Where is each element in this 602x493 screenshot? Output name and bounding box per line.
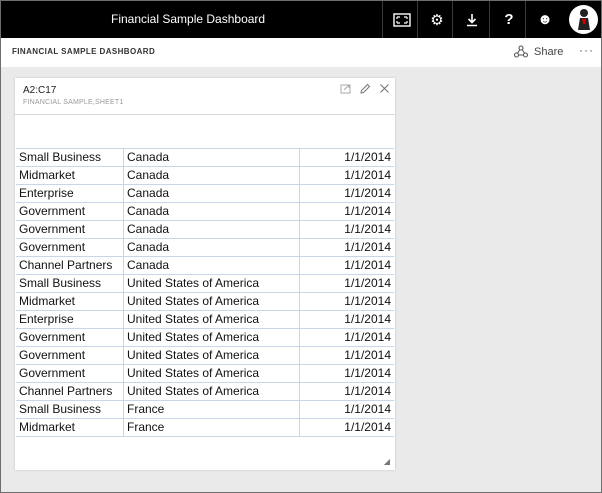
- table-cell: United States of America: [127, 366, 260, 380]
- table-cell: 1/1/2014: [344, 150, 391, 164]
- smiley-icon: ☻: [537, 11, 553, 28]
- table-cell: 1/1/2014: [344, 366, 391, 380]
- table-cell: Small Business: [19, 402, 102, 416]
- table-row: Government Canada 1/1/2014: [16, 202, 394, 220]
- table-cell: Channel Partners: [19, 258, 113, 272]
- table-cell: 1/1/2014: [344, 294, 391, 308]
- table-cell: Government: [19, 330, 86, 344]
- table-cell: Government: [19, 240, 86, 254]
- edit-icon[interactable]: [359, 83, 371, 95]
- column-gridline: [123, 148, 124, 436]
- focus-mode-icon[interactable]: [340, 83, 351, 94]
- download-icon: [467, 13, 477, 26]
- close-icon[interactable]: [379, 83, 390, 94]
- table-row: Small Business United States of America 1/…: [16, 274, 394, 292]
- resize-handle-icon[interactable]: ◢: [384, 457, 390, 466]
- table-cell: United States of America: [127, 348, 260, 362]
- table-cell: Small Business: [19, 276, 102, 290]
- table-cell: United States of America: [127, 312, 260, 326]
- tile-title: A2:C17: [23, 85, 57, 96]
- table-cell: 1/1/2014: [344, 186, 391, 200]
- table-cell: 1/1/2014: [344, 204, 391, 218]
- table-cell: Small Business: [19, 150, 102, 164]
- table-cell: Canada: [127, 240, 170, 254]
- fullscreen-button[interactable]: [382, 1, 421, 38]
- table-cell: Government: [19, 348, 86, 362]
- table-cell: Enterprise: [19, 312, 74, 326]
- table-cell: Canada: [127, 186, 170, 200]
- feedback-button[interactable]: ☻: [525, 1, 564, 38]
- top-bar: Financial Sample Dashboard ⚙ ? ☻: [1, 1, 601, 38]
- tile-subtitle: FINANCIAL SAMPLE,SHEET1: [23, 99, 124, 106]
- table-row: Midmarket Canada 1/1/2014: [16, 166, 394, 184]
- avatar[interactable]: [569, 5, 598, 34]
- table-row: Small Business France 1/1/2014: [16, 400, 394, 418]
- column-gridline: [299, 148, 300, 436]
- table-cell: United States of America: [127, 330, 260, 344]
- table-cell: United States of America: [127, 294, 260, 308]
- table-row: Enterprise Canada 1/1/2014: [16, 184, 394, 202]
- table-cell: Channel Partners: [19, 384, 113, 398]
- gear-icon: ⚙: [430, 11, 444, 29]
- table-row: Enterprise United States of America 1/1/20…: [16, 310, 394, 328]
- table-row: Channel Partners Canada 1/1/2014: [16, 256, 394, 274]
- user-avatar-icon: [577, 9, 590, 30]
- table-cell: United States of America: [127, 276, 260, 290]
- table-cell: Midmarket: [19, 294, 76, 308]
- table-cell: Midmarket: [19, 168, 76, 182]
- table-cell: Government: [19, 222, 86, 236]
- data-table: Small Business Canada 1/1/2014 Midmarket Can…: [16, 148, 394, 437]
- table-cell: 1/1/2014: [344, 276, 391, 290]
- table-row: Small Business Canada 1/1/2014: [16, 148, 394, 166]
- share-label: Share: [534, 45, 564, 58]
- share-button[interactable]: Share: [514, 45, 563, 58]
- table-cell: Canada: [127, 222, 170, 236]
- table-tile[interactable]: A2:C17 FINANCIAL SAMPLE,SHEET1 Small Bus…: [15, 78, 395, 470]
- table-row: Midmarket United States of America 1/1/201…: [16, 292, 394, 310]
- table-cell: 1/1/2014: [344, 420, 391, 434]
- table-row: Government United States of America 1/1/20…: [16, 346, 394, 364]
- table-cell: 1/1/2014: [344, 384, 391, 398]
- table-row: Government United States of America 1/1/20…: [16, 328, 394, 346]
- table-cell: 1/1/2014: [344, 312, 391, 326]
- table-cell: 1/1/2014: [344, 330, 391, 344]
- help-icon: ?: [504, 11, 514, 28]
- table-cell: United States of America: [127, 384, 260, 398]
- table-cell: Canada: [127, 168, 170, 182]
- row-gridline: [16, 436, 394, 437]
- table-row: Government Canada 1/1/2014: [16, 220, 394, 238]
- table-cell: Enterprise: [19, 186, 74, 200]
- more-options-button[interactable]: ···: [579, 43, 594, 57]
- help-button[interactable]: ?: [489, 1, 528, 38]
- table-cell: 1/1/2014: [344, 348, 391, 362]
- table-row: Midmarket France 1/1/2014: [16, 418, 394, 436]
- table-cell: France: [127, 402, 165, 416]
- table-cell: 1/1/2014: [344, 222, 391, 236]
- table-row: Government Canada 1/1/2014: [16, 238, 394, 256]
- table-row: Channel Partners United States of America…: [16, 382, 394, 400]
- table-cell: Government: [19, 366, 86, 380]
- table-cell: 1/1/2014: [344, 258, 391, 272]
- table-cell: 1/1/2014: [344, 168, 391, 182]
- table-cell: Canada: [127, 204, 170, 218]
- table-cell: 1/1/2014: [344, 240, 391, 254]
- dashboard-title: FINANCIAL SAMPLE DASHBOARD: [12, 47, 156, 56]
- table-cell: Government: [19, 204, 86, 218]
- table-cell: France: [127, 420, 165, 434]
- settings-button[interactable]: ⚙: [417, 1, 456, 38]
- tile-header-divider: [15, 114, 395, 115]
- app-window: Financial Sample Dashboard ⚙ ? ☻ FINANCI…: [0, 0, 602, 493]
- share-icon: [514, 45, 528, 58]
- app-title: Financial Sample Dashboard: [111, 12, 266, 26]
- download-button[interactable]: [452, 1, 491, 38]
- table-cell: Midmarket: [19, 420, 76, 434]
- table-cell: 1/1/2014: [344, 402, 391, 416]
- fullscreen-icon: [393, 12, 411, 27]
- table-row: Government United States of America 1/1/20…: [16, 364, 394, 382]
- dashboard-header: FINANCIAL SAMPLE DASHBOARD Share ···: [1, 38, 601, 67]
- table-cell: Canada: [127, 150, 170, 164]
- table-cell: Canada: [127, 258, 170, 272]
